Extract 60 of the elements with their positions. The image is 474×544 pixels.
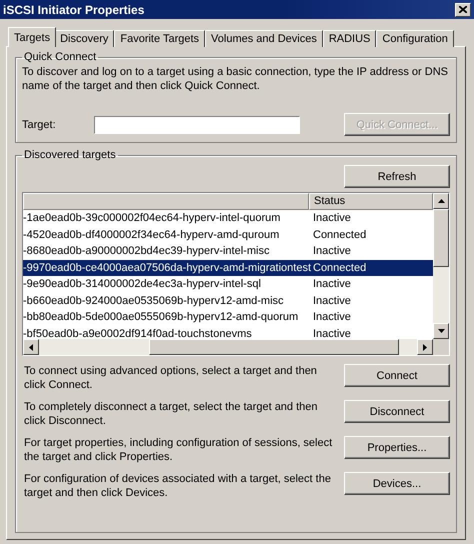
list-row[interactable]: -bb80ead0b-5de000ae0555069b-hyperv12-amd-quorum Inactive [23,309,433,326]
refresh-button[interactable]: Refresh [344,165,450,188]
vertical-scrollbar[interactable] [433,193,449,355]
action-button[interactable]: Devices... [344,472,450,495]
target-name: -8680ead0b-a90000002bd4ec39-hyperv-intel-misc [23,244,270,259]
target-status: Inactive [312,294,351,308]
tab[interactable]: Volumes and Devices [205,30,323,47]
target-status: Inactive [312,277,351,292]
target-name: -9e90ead0b-314000002de4ec3a-hyperv-intel-sql [23,277,262,292]
action-button[interactable]: Disconnect [344,400,450,423]
description-text: To connect using advanced options, select a target and then click Connect. [23,364,318,392]
list-row[interactable]: -4520ead0b-df4000002f34ec64-hyperv-amd-quroum Connected [23,226,433,243]
target-status: Inactive [312,211,351,226]
scrollbar-corner [433,339,449,355]
scroll-left-button[interactable] [23,339,39,355]
down-arrow-icon [438,329,444,333]
group-title: Quick Connect [23,51,98,63]
description-text: For target properties, including configuration of sessions, select the target and click Properties. [23,436,334,464]
action-button[interactable]: Properties... [344,436,450,459]
scroll-up-button[interactable] [433,193,449,209]
list-row[interactable]: -1ae0ead0b-39c000002f04ec64-hyperv-intel-quorum Inactive [23,210,433,226]
close-icon [459,6,467,13]
list-row[interactable]: -8680ead0b-a90000002bd4ec39-hyperv-intel-misc Inactive [23,243,433,260]
close-button[interactable] [455,2,471,16]
right-arrow-icon [423,344,427,350]
tab[interactable]: RADIUS [322,30,376,47]
scroll-thumb[interactable] [433,209,449,267]
column-header[interactable] [23,193,309,210]
list-row[interactable]: -9970ead0b-ce4000aea07506da-hyperv-amd-migrationtest Connected [23,260,433,276]
target-status: Inactive [312,326,351,339]
target-status: Inactive [312,310,351,325]
description-text: To completely disconnect a target, select the target and then click Disconnect. [23,400,319,428]
list-row[interactable]: -bf50ead0b-a9e0002df914f0ad-touchstonevms Inactive [23,326,433,339]
list-row[interactable]: -b660ead0b-924000ae0535069b-hyperv12-amd-misc Inactive [23,292,433,309]
target-name: -b660ead0b-924000ae0535069b-hyperv12-amd-misc [23,294,285,308]
description-text: To discover and log on to a target using a basic connection, type the IP address or DNS name of the target and then click Quick Connect. [22,65,449,93]
column-header[interactable]: Status [309,193,433,210]
scroll-right-button[interactable] [417,339,433,355]
horizontal-scrollbar[interactable] [23,339,433,355]
target-name: -bf50ead0b-a9e0002df914f0ad-touchstonevms [23,326,253,339]
up-arrow-icon [438,199,444,203]
target-status: Inactive [312,244,351,259]
tab[interactable]: Targets [8,27,56,47]
window-title: iSCSI Initiator Properties [3,2,144,16]
target-status: Connected [312,228,366,242]
tab[interactable]: Favorite Targets [114,30,206,47]
scroll-thumb[interactable] [149,339,399,355]
action-button[interactable]: Connect [344,364,450,387]
scroll-down-button[interactable] [433,323,449,339]
list-row[interactable]: -9e90ead0b-314000002de4ec3a-hyperv-intel-sql Inactive [23,276,433,292]
target-name: -4520ead0b-df4000002f34ec64-hyperv-amd-quroum [23,228,280,242]
tab[interactable]: Configuration [376,30,454,47]
field-label: Target: [22,118,57,130]
left-arrow-icon [29,344,33,350]
target-name: -1ae0ead0b-39c000002f04ec64-hyperv-intel-quorum [23,211,282,226]
target-name: -bb80ead0b-5de000ae0555069b-hyperv12-amd-quorum [23,310,300,325]
group-title: Discovered targets [23,149,117,161]
tab[interactable]: Discovery [54,30,114,47]
target-field[interactable] [94,116,300,134]
description-text: For configuration of devices associated with a target, select the target and then click Devices. [23,472,332,500]
